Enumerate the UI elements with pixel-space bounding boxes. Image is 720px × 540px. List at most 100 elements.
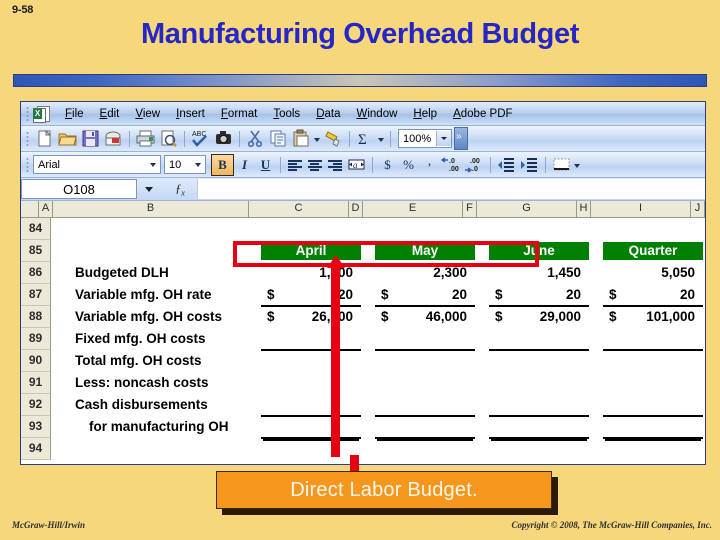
increase-decimal-icon[interactable]: .0.00 — [440, 154, 462, 175]
cell-A86[interactable] — [51, 262, 65, 284]
paste-options-caret-icon[interactable] — [313, 129, 322, 149]
cut-icon[interactable] — [245, 128, 266, 149]
cell-E92[interactable] — [375, 394, 475, 417]
cell-H84[interactable] — [589, 218, 603, 240]
menu-item-window[interactable]: Window — [349, 106, 406, 122]
format-painter-icon[interactable] — [323, 128, 344, 149]
research-icon[interactable] — [213, 128, 234, 149]
formula-input[interactable] — [197, 179, 705, 199]
autosum-icon[interactable]: Σ — [355, 128, 376, 149]
cell-G93[interactable] — [489, 416, 589, 439]
cell-E85[interactable]: May — [375, 240, 475, 262]
cell-A92[interactable] — [51, 394, 65, 416]
cell-D86[interactable] — [361, 262, 375, 284]
cell-I85[interactable]: Quarter — [603, 240, 703, 262]
bold-button[interactable]: B — [211, 153, 234, 176]
row-header-91[interactable]: 91 — [21, 372, 51, 394]
cell-H93[interactable] — [589, 416, 603, 438]
borders-icon[interactable] — [551, 154, 572, 175]
print-preview-icon[interactable] — [158, 128, 179, 149]
cell-E86[interactable]: 2,300 — [375, 262, 475, 284]
row-header-93[interactable]: 93 — [21, 416, 51, 438]
cell-C86[interactable]: 1,300 — [261, 262, 361, 284]
cell-E88[interactable]: $46,000 — [375, 306, 475, 328]
cell-A90[interactable] — [51, 350, 65, 372]
cell-H90[interactable] — [589, 350, 603, 372]
row-header-85[interactable]: 85 — [21, 240, 51, 262]
row-header-92[interactable]: 92 — [21, 394, 51, 416]
cell-G84[interactable] — [489, 218, 589, 240]
cell-F92[interactable] — [475, 394, 489, 416]
cell-I89[interactable] — [603, 328, 703, 351]
cell-F88[interactable] — [475, 306, 489, 328]
zoom-dropdown-icon[interactable] — [436, 131, 451, 146]
cell-I88[interactable]: $101,000 — [603, 306, 703, 328]
cell-C89[interactable] — [261, 328, 361, 351]
cell-G86[interactable]: 1,450 — [489, 262, 589, 284]
cell-H88[interactable] — [589, 306, 603, 328]
name-box[interactable]: O108 — [21, 179, 137, 199]
cell-C94[interactable] — [261, 438, 361, 460]
cell-C92[interactable] — [261, 394, 361, 417]
row-header-89[interactable]: 89 — [21, 328, 51, 350]
cell-J85[interactable] — [703, 240, 717, 262]
font-size-combobox[interactable]: 10 — [164, 155, 206, 174]
cell-H87[interactable] — [589, 284, 603, 306]
merge-center-icon[interactable]: a — [346, 154, 367, 175]
underline-button[interactable]: U — [255, 155, 276, 175]
cell-J88[interactable] — [703, 306, 717, 328]
font-name-combobox[interactable]: Arial — [33, 155, 161, 174]
decrease-decimal-icon[interactable]: .00.0 — [464, 154, 485, 175]
new-icon[interactable] — [34, 128, 55, 149]
cell-C93[interactable] — [261, 416, 361, 439]
font-size-dropdown-icon[interactable] — [192, 157, 205, 172]
cell-B90[interactable]: Total mfg. OH costs — [65, 350, 261, 372]
cell-I91[interactable] — [603, 372, 703, 394]
cell-E90[interactable] — [375, 350, 475, 372]
align-center-icon[interactable] — [305, 155, 325, 175]
cell-B91[interactable]: Less: noncash costs — [65, 372, 261, 394]
cell-B92[interactable]: Cash disbursements — [65, 394, 261, 416]
cell-J86[interactable] — [703, 262, 717, 284]
cell-I87[interactable]: $20 — [603, 284, 703, 307]
row-header-90[interactable]: 90 — [21, 350, 51, 372]
cell-H91[interactable] — [589, 372, 603, 394]
cell-H86[interactable] — [589, 262, 603, 284]
cell-F84[interactable] — [475, 218, 489, 240]
cell-B86[interactable]: Budgeted DLH — [65, 262, 261, 284]
cell-D94[interactable] — [361, 438, 375, 460]
cell-G89[interactable] — [489, 328, 589, 351]
cell-I93[interactable] — [603, 416, 703, 439]
cell-D90[interactable] — [361, 350, 375, 372]
cell-A94[interactable] — [51, 438, 65, 460]
cell-G87[interactable]: $20 — [489, 284, 589, 307]
copy-icon[interactable] — [268, 128, 289, 149]
menu-item-tools[interactable]: Tools — [265, 106, 308, 122]
align-left-icon[interactable] — [285, 155, 305, 175]
column-header-C[interactable]: C — [249, 201, 349, 217]
cell-E93[interactable] — [375, 416, 475, 439]
cell-D89[interactable] — [361, 328, 375, 350]
cell-J90[interactable] — [703, 350, 717, 372]
save-icon[interactable] — [80, 128, 101, 149]
cell-B85[interactable] — [65, 240, 261, 262]
cell-D88[interactable] — [361, 306, 375, 328]
cell-J89[interactable] — [703, 328, 717, 350]
cell-H94[interactable] — [589, 438, 603, 460]
cell-B93[interactable]: for manufacturing OH — [65, 416, 261, 438]
cell-G85[interactable]: June — [489, 240, 589, 262]
cell-F89[interactable] — [475, 328, 489, 350]
insert-function-icon[interactable]: ƒx — [163, 181, 197, 197]
cell-A93[interactable] — [51, 416, 65, 438]
cell-A85[interactable] — [51, 240, 65, 262]
cell-E94[interactable] — [375, 438, 475, 460]
menu-item-insert[interactable]: Insert — [168, 106, 213, 122]
cell-D93[interactable] — [361, 416, 375, 438]
decrease-indent-icon[interactable] — [496, 154, 517, 175]
cell-B84[interactable] — [65, 218, 261, 240]
open-icon[interactable] — [57, 128, 78, 149]
cell-E87[interactable]: $20 — [375, 284, 475, 307]
cell-B94[interactable] — [65, 438, 261, 460]
cell-C91[interactable] — [261, 372, 361, 394]
cell-I90[interactable] — [603, 350, 703, 372]
